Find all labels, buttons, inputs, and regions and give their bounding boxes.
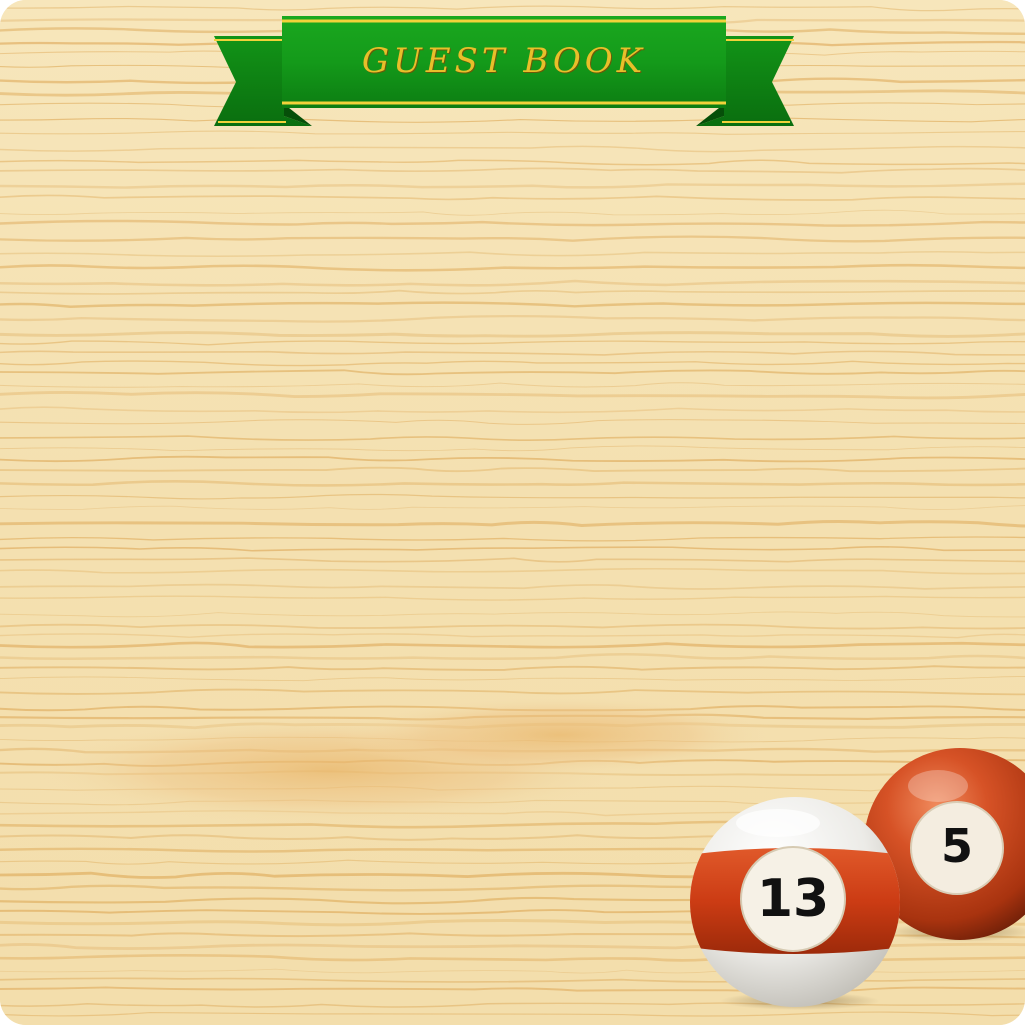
guest-book-board: GUEST BOOK 5 13 — [0, 0, 1025, 1025]
ball-13-number: 13 — [756, 869, 830, 929]
banner-title: GUEST BOOK — [361, 41, 647, 81]
pool-ball-13: 13 — [688, 795, 904, 1010]
guest-book-banner: GUEST BOOK — [214, 16, 794, 130]
ball-5-number: 5 — [940, 819, 973, 873]
